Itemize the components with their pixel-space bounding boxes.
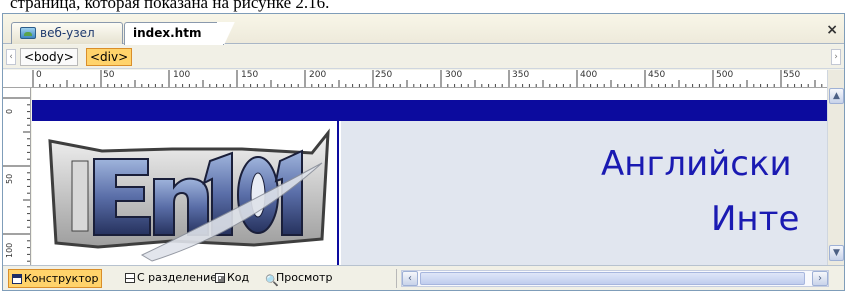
ruler-mark: 50 (103, 70, 115, 80)
design-surface[interactable]: Английски Инте (32, 88, 827, 265)
tag-body[interactable]: <body> (20, 48, 78, 66)
toolbar-separator (396, 269, 397, 288)
preview-view-label: Просмотр (276, 271, 333, 284)
horizontal-scrollbar[interactable]: ‹ › (401, 270, 829, 287)
scroll-right-button[interactable]: › (812, 271, 828, 286)
tab-index-htm[interactable]: index.htm (124, 22, 224, 45)
tag-scroll-left-button[interactable]: ‹ (6, 49, 16, 65)
ruler-mark: 550 (783, 70, 801, 80)
design-view-label: Конструктор (24, 272, 99, 285)
caption-line: страница, которая показана на рисунке 2.… (10, 0, 330, 12)
ruler-mark: 100 (173, 70, 191, 80)
ruler-mark: 300 (445, 70, 463, 80)
design-view-button[interactable]: Конструктор (8, 269, 103, 288)
caption-text-fragment: страница, которая показана на рисунке 2.… (0, 0, 850, 13)
document-tab-bar: веб-узел index.htm × (3, 14, 844, 45)
preview-view-button[interactable]: 🔍 Просмотр (262, 269, 335, 288)
tag-div-selected[interactable]: <div> (86, 48, 133, 66)
header-blue-band (32, 100, 827, 121)
code-view-icon (215, 273, 225, 283)
ruler-mark: 250 (375, 70, 393, 80)
code-view-label: Код (227, 271, 250, 284)
website-icon (20, 27, 36, 39)
ruler-mark: 450 (648, 70, 666, 80)
magnifier-icon: 🔍 (265, 274, 279, 287)
ruler-mark: 400 (580, 70, 598, 80)
ruler-mark: 350 (512, 70, 530, 80)
ruler-mark: 0 (36, 70, 42, 80)
scroll-thumb[interactable] (420, 272, 805, 285)
close-icon[interactable]: × (826, 22, 838, 38)
vertical-scrollbar[interactable]: ▲ ▼ (827, 70, 844, 265)
design-view-icon (12, 274, 22, 284)
split-view-icon (125, 273, 135, 283)
scroll-up-button[interactable]: ▲ (829, 88, 844, 104)
tab-edge (217, 22, 243, 44)
site-title-line-1: Английски (601, 144, 792, 184)
tag-scroll-right-button[interactable]: › (831, 49, 841, 65)
horizontal-ruler: 0 50 100 150 200 250 300 350 400 450 500… (3, 70, 844, 88)
quick-tag-selector: ‹ <body> <div> › (3, 45, 844, 69)
tab-web-node[interactable]: веб-узел (11, 22, 123, 44)
view-mode-bar: Конструктор С разделением Код 🔍 Просмотр… (3, 265, 844, 290)
vertical-ruler: 0 50 100 (3, 88, 31, 265)
scroll-left-button[interactable]: ‹ (402, 271, 418, 286)
en101-logo (48, 128, 330, 262)
vertical-ruler-mark: 0 (5, 108, 14, 114)
tab-web-node-label: веб-узел (40, 26, 95, 40)
vertical-ruler-mark: 50 (5, 173, 14, 184)
vertical-ruler-mark: 100 (5, 242, 14, 258)
code-view-button[interactable]: Код (212, 269, 252, 288)
scroll-down-button[interactable]: ▼ (829, 245, 844, 261)
ruler-mark: 150 (241, 70, 259, 80)
site-title-cell[interactable]: Английски Инте (341, 121, 827, 265)
tab-index-label: index.htm (133, 26, 202, 40)
logo-cell[interactable] (32, 121, 339, 265)
ruler-mark: 500 (716, 70, 734, 80)
editor-window: веб-узел index.htm × ‹ <body> <div> › 0 … (2, 13, 845, 291)
site-title-line-2: Инте (711, 199, 800, 239)
ruler-mark: 200 (309, 70, 327, 80)
